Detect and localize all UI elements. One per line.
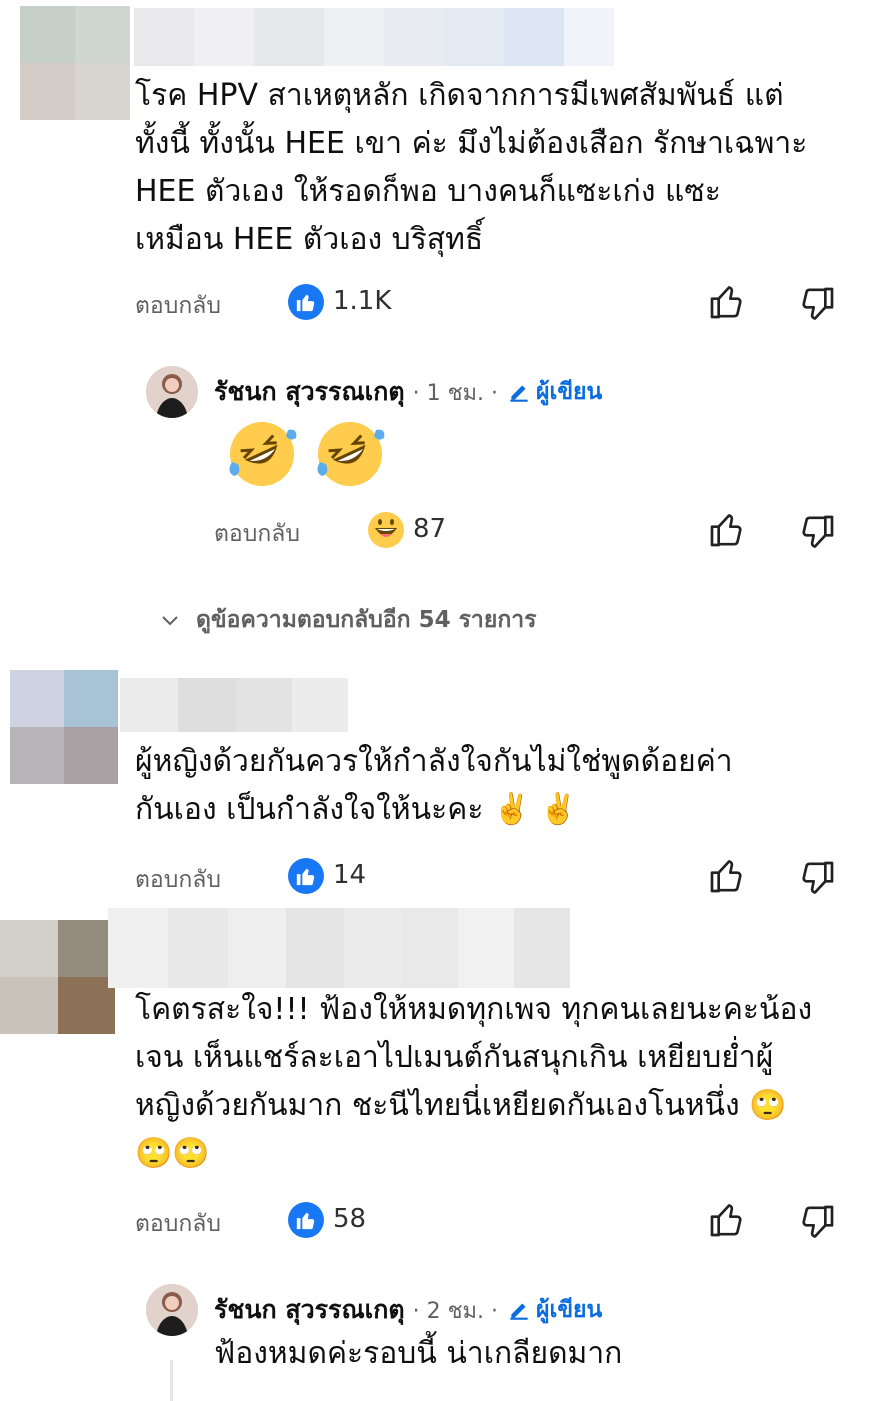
thumbs-up-icon[interactable] bbox=[707, 856, 747, 896]
like-badge-icon bbox=[288, 284, 324, 320]
thumbs-down-icon[interactable] bbox=[797, 858, 837, 898]
reply-button[interactable]: ตอบกลับ bbox=[135, 1206, 221, 1242]
reply-button[interactable]: ตอบกลับ bbox=[135, 862, 221, 898]
comment-actions: ตอบกลับ 1.1K bbox=[0, 278, 870, 328]
like-count: 14 bbox=[333, 860, 367, 890]
reply-time: · 1 ชม. · bbox=[412, 380, 498, 406]
like-count: 1.1K bbox=[333, 286, 392, 316]
grinning-emoji-icon bbox=[368, 512, 404, 548]
like-count: 58 bbox=[333, 1204, 367, 1234]
reply-header: รัชนก สุวรรณเกตุ · 2 ชม. · ผู้เขียน bbox=[214, 1290, 602, 1330]
commenter-avatar-blurred[interactable] bbox=[10, 670, 118, 784]
comment-text: โคตรสะใจ!!! ฟ้องให้หมดทุกเพจ ทุกคนเลยนะค… bbox=[135, 992, 813, 1171]
thumbs-up-icon[interactable] bbox=[707, 1200, 747, 1240]
thumbs-down-icon[interactable] bbox=[797, 284, 837, 324]
author-badge: ผู้เขียน bbox=[506, 374, 602, 410]
author-name[interactable]: รัชนก สุวรรณเกตุ bbox=[214, 372, 405, 412]
pencil-icon bbox=[510, 1303, 528, 1320]
view-more-replies[interactable]: ดูข้อความตอบกลับอีก 54 รายการ bbox=[158, 602, 537, 638]
reply-text: ฟ้องหมดค่ะรอบนี้ น่าเกลียดมาก bbox=[214, 1336, 623, 1371]
rolling-laughing-emoji-icon bbox=[317, 422, 385, 486]
thumbs-down-icon[interactable] bbox=[797, 1202, 837, 1242]
reply-button[interactable]: ตอบกลับ bbox=[135, 288, 221, 324]
author-badge: ผู้เขียน bbox=[506, 1292, 602, 1328]
author-avatar[interactable] bbox=[146, 1284, 198, 1336]
comment-text: โรค HPV สาเหตุหลัก เกิดจากการมีเพศสัมพัน… bbox=[135, 78, 808, 257]
commenter-avatar-blurred[interactable] bbox=[0, 920, 115, 1034]
chevron-down-icon bbox=[162, 616, 178, 626]
commenter-name-blurred[interactable] bbox=[134, 8, 614, 66]
comment-actions: ตอบกลับ 58 bbox=[0, 1196, 870, 1246]
thread-line bbox=[170, 1360, 173, 1401]
thumbs-up-icon[interactable] bbox=[707, 282, 747, 322]
reply-actions: ตอบกลับ 87 bbox=[0, 506, 870, 556]
rolling-laughing-emoji-icon bbox=[229, 422, 297, 486]
thumbs-up-icon[interactable] bbox=[707, 510, 747, 550]
like-badge-icon bbox=[288, 1202, 324, 1238]
author-avatar[interactable] bbox=[146, 366, 198, 418]
commenter-name-blurred[interactable] bbox=[108, 908, 570, 988]
author-name[interactable]: รัชนก สุวรรณเกตุ bbox=[214, 1290, 405, 1330]
comment-text: ผู้หญิงด้วยกันควรให้กำลังใจกันไม่ใช่พูดด… bbox=[135, 744, 733, 827]
reply-time: · 2 ชม. · bbox=[412, 1298, 498, 1324]
commenter-name-blurred[interactable] bbox=[120, 678, 348, 732]
thumbs-down-icon[interactable] bbox=[797, 512, 837, 552]
reply-button[interactable]: ตอบกลับ bbox=[214, 516, 300, 552]
like-badge-icon bbox=[288, 858, 324, 894]
comment-actions: ตอบกลับ 14 bbox=[0, 852, 870, 902]
pencil-icon bbox=[510, 385, 528, 402]
reply-emoji-text: 🤣 🤣 bbox=[226, 418, 396, 490]
commenter-avatar-blurred[interactable] bbox=[20, 6, 130, 120]
reaction-count: 87 bbox=[413, 514, 447, 544]
reply-header: รัชนก สุวรรณเกตุ · 1 ชม. · ผู้เขียน bbox=[214, 372, 602, 412]
